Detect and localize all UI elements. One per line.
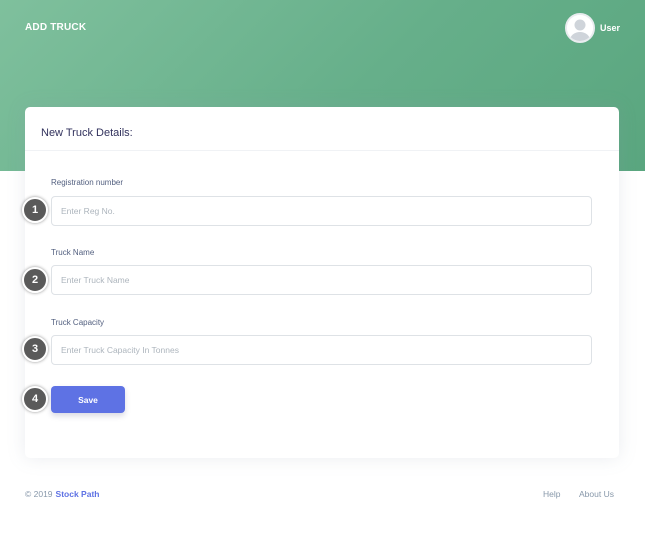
truck-capacity-input[interactable] (51, 335, 592, 365)
truck-details-card: New Truck Details: Registration number T… (25, 107, 619, 458)
footer-about-link[interactable]: About Us (579, 489, 614, 499)
step-marker-4: 4 (22, 386, 48, 412)
registration-number-input[interactable] (51, 196, 592, 226)
step-marker-2: 2 (22, 267, 48, 293)
card-title: New Truck Details: (41, 127, 133, 139)
user-avatar-icon[interactable] (564, 13, 595, 43)
footer-copyright: © 2019 Stock Path (25, 489, 99, 499)
copyright-text: © 2019 (25, 489, 53, 499)
user-name[interactable]: User (600, 23, 620, 33)
page-title: ADD TRUCK (25, 22, 87, 33)
step-marker-3: 3 (22, 336, 48, 362)
footer-brand-link[interactable]: Stock Path (56, 489, 100, 499)
footer-help-link[interactable]: Help (543, 489, 560, 499)
user-menu[interactable]: User (564, 13, 620, 43)
registration-number-label: Registration number (51, 178, 124, 187)
truck-name-label: Truck Name (51, 248, 95, 257)
truck-name-input[interactable] (51, 265, 592, 295)
step-marker-1: 1 (22, 197, 48, 223)
truck-capacity-label: Truck Capacity (51, 318, 105, 327)
save-button[interactable]: Save (51, 386, 125, 413)
card-header: New Truck Details: (25, 107, 619, 151)
